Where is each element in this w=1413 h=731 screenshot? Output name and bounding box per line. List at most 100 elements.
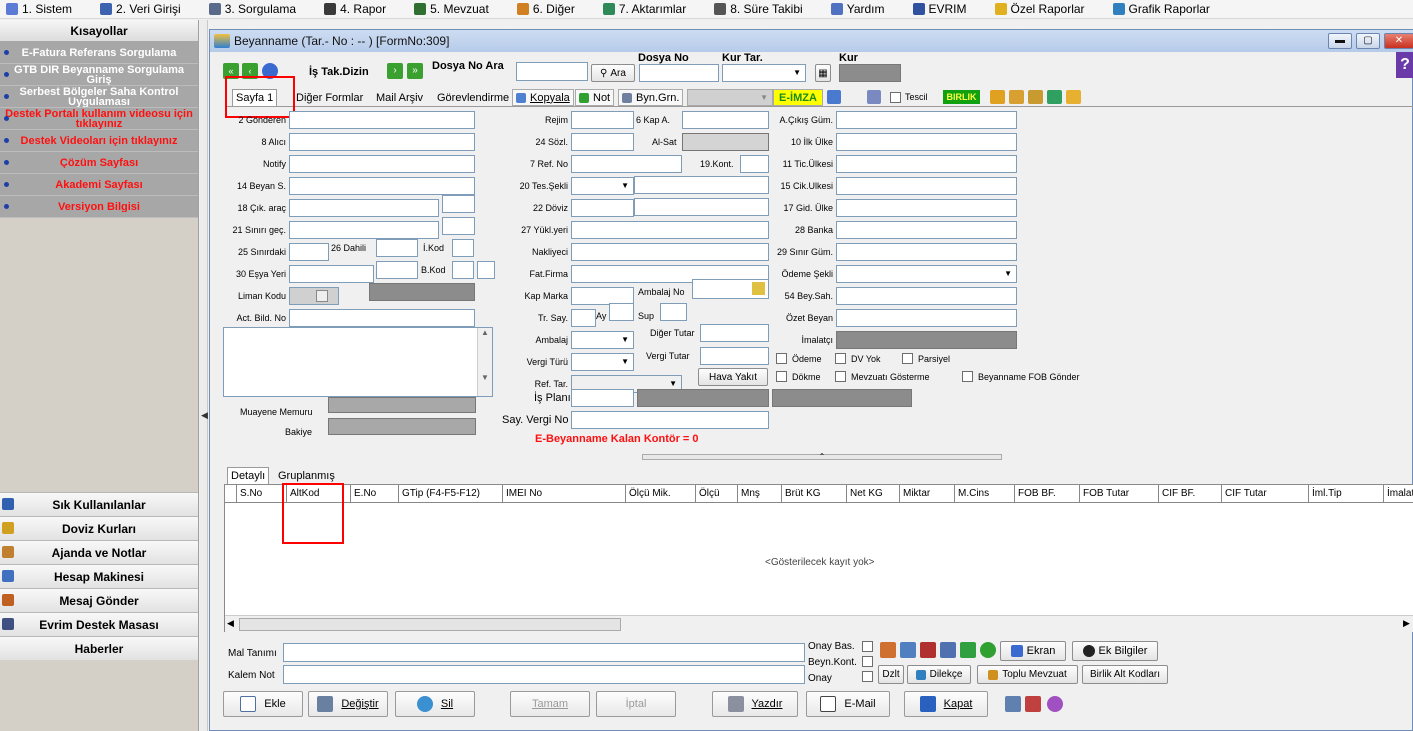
hava-yakit-button[interactable]: Hava Yakıt <box>698 368 768 386</box>
grid-column-16[interactable]: CIF Tutar <box>1222 485 1309 502</box>
database-icon[interactable] <box>920 642 936 658</box>
check-6[interactable] <box>962 371 973 382</box>
form_left-input-3[interactable] <box>289 155 475 173</box>
evrim-logo-icon[interactable] <box>1047 696 1063 712</box>
form_left-input-8[interactable] <box>289 265 374 283</box>
ek-bilgiler-button[interactable]: Ek Bilgiler <box>1072 641 1158 661</box>
form_mid-input-12[interactable]: ▼ <box>571 353 634 371</box>
grid-hscrollbar[interactable]: ◀ ▶ <box>225 615 1413 632</box>
form_left-input-9[interactable] <box>289 287 339 305</box>
sidebar-shortcut-1[interactable]: Sık Kullanılanlar <box>0 492 198 516</box>
form_mid-input-3[interactable] <box>571 155 682 173</box>
cik-arac-2-input[interactable] <box>442 195 475 213</box>
form_right-input-6[interactable] <box>836 221 1017 239</box>
grid-column-14[interactable]: FOB Tutar <box>1080 485 1159 502</box>
onay-bas-checkbox[interactable] <box>862 641 873 652</box>
check-5[interactable] <box>835 371 846 382</box>
menu-item-2[interactable]: 2. Veri Girişi <box>98 2 181 16</box>
form_right-input-10[interactable] <box>836 309 1017 327</box>
shield-icon[interactable] <box>827 90 841 104</box>
tescil-checkbox[interactable] <box>890 92 901 103</box>
notes-textarea[interactable] <box>223 327 493 397</box>
iptal-button[interactable]: İptal <box>596 691 676 717</box>
kap-a-input[interactable] <box>682 111 769 129</box>
form_left-input-4[interactable] <box>289 177 475 195</box>
form_mid-input-1[interactable] <box>571 111 634 129</box>
form_mid-input-4[interactable]: ▼ <box>571 177 634 195</box>
menu-item-6[interactable]: 6. Diğer <box>515 2 575 16</box>
sidebar-shortcut-4[interactable]: Hesap Makinesi <box>0 564 198 588</box>
form_left-input-1[interactable] <box>289 111 475 129</box>
form_right-input-9[interactable] <box>836 287 1017 305</box>
sil-button[interactable]: Sil <box>395 691 475 717</box>
vergi-tutar-input[interactable] <box>700 347 769 365</box>
grid-column-8[interactable]: Mnş <box>738 485 782 502</box>
mal-tanimi-input[interactable] <box>283 643 805 662</box>
form_mid-input-5[interactable] <box>571 199 634 217</box>
is-plani-input[interactable] <box>571 389 634 407</box>
dosya-no-ara-input[interactable] <box>516 62 588 81</box>
grid-column-13[interactable]: FOB BF. <box>1015 485 1080 502</box>
dzlt-button[interactable]: Dzlt <box>878 665 904 684</box>
diger-tutar-input[interactable] <box>700 324 769 342</box>
minimize-button[interactable]: ▬ <box>1328 33 1352 49</box>
menu-item-12[interactable]: Grafik Raporlar <box>1111 2 1210 16</box>
check-3[interactable] <box>902 353 913 364</box>
sidebar-item-7[interactable]: Akademi Sayfası <box>0 174 198 196</box>
menu-item-8[interactable]: 8. Süre Takibi <box>712 2 803 16</box>
sup-input[interactable] <box>660 303 687 321</box>
sidebar-item-1[interactable]: E-Fatura Referans Sorgulama <box>0 42 198 64</box>
form_mid-input-6[interactable] <box>571 221 769 239</box>
check-2[interactable] <box>835 353 846 364</box>
ikod-input[interactable] <box>452 239 474 257</box>
tamam-button[interactable]: Tamam <box>510 691 590 717</box>
print-preview-icon[interactable] <box>867 90 881 104</box>
dosya-no-input[interactable] <box>639 64 719 82</box>
sidebar-shortcut-5[interactable]: Mesaj Gönder <box>0 588 198 612</box>
close-button[interactable]: ✕ <box>1384 33 1413 49</box>
menu-item-10[interactable]: EVRIM <box>911 2 967 16</box>
yazdir-button[interactable]: Yazdır <box>712 691 798 717</box>
grid-column-3[interactable]: E.No <box>351 485 399 502</box>
dilekce-button[interactable]: Dilekçe <box>907 665 971 684</box>
form_right-input-1[interactable] <box>836 111 1017 129</box>
folder-icon[interactable] <box>990 90 1005 104</box>
sidebar-item-4[interactable]: Destek Portalı kullanım videosu için tık… <box>0 108 198 130</box>
folder-up-icon[interactable] <box>1009 90 1024 104</box>
byn-grn-button[interactable]: Byn.Grn. <box>618 89 684 106</box>
grid-column-5[interactable]: IMEI No <box>503 485 626 502</box>
sidebar-item-8[interactable]: Versiyon Bilgisi <box>0 196 198 218</box>
form_right-input-5[interactable] <box>836 199 1017 217</box>
not-button[interactable]: Not <box>575 89 615 106</box>
grid-column-11[interactable]: Miktar <box>900 485 955 502</box>
kapat-button[interactable]: Kapat <box>904 691 988 717</box>
tab-detayli[interactable]: Detaylı <box>227 467 270 484</box>
menu-item-11[interactable]: Özel Raporlar <box>993 2 1085 16</box>
form_left-input-6[interactable] <box>289 221 439 239</box>
lookup-icon[interactable] <box>316 290 328 302</box>
grid-column-6[interactable]: Ölçü Mik. <box>626 485 696 502</box>
eimza-button[interactable]: E-İMZA <box>773 89 823 106</box>
form_mid-input-7[interactable] <box>571 243 769 261</box>
ambalaj-no-input[interactable] <box>692 279 769 299</box>
form_left-input-5[interactable] <box>289 199 439 217</box>
menu-item-7[interactable]: 7. Aktarımlar <box>601 2 686 16</box>
kur-tar-select[interactable]: ▼ <box>722 64 806 82</box>
menu-item-4[interactable]: 4. Rapor <box>322 2 386 16</box>
sidebar-shortcut-2[interactable]: Doviz Kurları <box>0 516 198 540</box>
scroll-left-icon[interactable]: ◀ <box>227 618 234 629</box>
menu-item-5[interactable]: 5. Mevzuat <box>412 2 489 16</box>
tab-diger-formlar[interactable]: Diğer Formlar <box>293 89 366 106</box>
grid-column-1[interactable]: S.No <box>237 485 287 502</box>
doviz-2-input[interactable] <box>634 198 769 216</box>
tab-blank-select[interactable]: ▼ <box>687 89 773 106</box>
sinir-gec-2-input[interactable] <box>442 217 475 235</box>
tab-mail-arsiv[interactable]: Mail Arşiv <box>373 89 426 106</box>
grid-column-15[interactable]: CIF BF. <box>1159 485 1222 502</box>
image-icon[interactable] <box>900 642 916 658</box>
tes-sekli-2-input[interactable] <box>634 176 769 194</box>
grid-column-7[interactable]: Ölçü <box>696 485 738 502</box>
grid-column-10[interactable]: Net KG <box>847 485 900 502</box>
users-icon[interactable] <box>880 642 896 658</box>
sidebar-item-6[interactable]: Çözüm Sayfası <box>0 152 198 174</box>
